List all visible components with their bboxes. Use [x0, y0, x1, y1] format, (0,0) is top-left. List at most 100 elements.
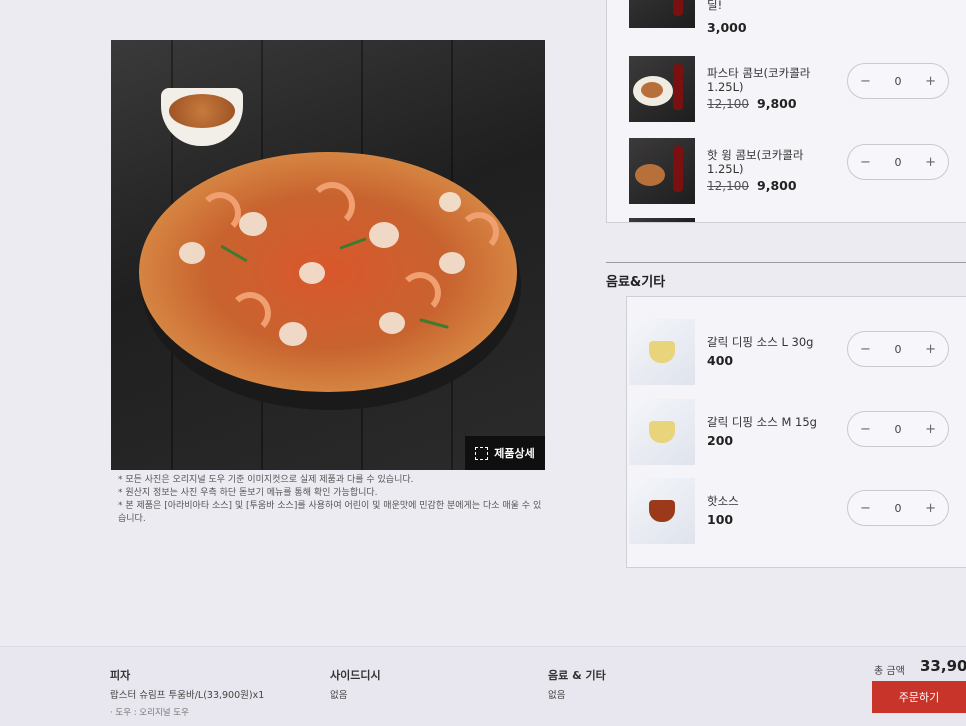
cheese-topping — [379, 312, 405, 334]
item-old-price: 12,100 — [707, 179, 749, 193]
item-name: 핫 윙 콤보(코카콜라 1.25L) — [707, 148, 804, 176]
quantity-value: 0 — [894, 342, 902, 356]
item-name: 핫소스 — [707, 494, 739, 508]
quantity-value: 0 — [894, 501, 902, 515]
list-item: 핫소스 100 − 0 + — [607, 478, 966, 558]
plus-button[interactable]: + — [925, 422, 936, 437]
item-price: 3,000 — [707, 20, 747, 35]
side-dish-list: 딜! 3,000 파스타 콤보(코카콜라 1.25L) 12,100 9,800 … — [606, 0, 966, 223]
pizza — [139, 152, 517, 392]
shrimp-topping — [229, 292, 271, 334]
product-note: * 원산지 정보는 사진 우측 하단 돋보기 메뉴를 통해 확인 가능합니다. — [118, 488, 378, 498]
cheese-topping — [369, 222, 399, 248]
product-note: * 모든 사진은 오리지널 도우 기준 이미지컷으로 실제 제품과 다를 수 있… — [118, 475, 414, 485]
order-summary-bar: 피자 랍스터 슈림프 투움바/L(33,900원)x1 · 도우 : 오리지널 … — [0, 646, 966, 726]
plus-button[interactable]: + — [925, 74, 936, 89]
quantity-value: 0 — [894, 422, 902, 436]
item-thumbnail — [629, 478, 695, 544]
item-price: 200 — [707, 433, 734, 448]
product-image: 제품상세 — [111, 40, 545, 470]
item-name: 딜! — [707, 0, 723, 12]
wings — [635, 164, 665, 186]
minus-button[interactable]: − — [860, 155, 871, 170]
quantity-stepper[interactable]: − 0 + — [847, 411, 949, 447]
plus-button[interactable]: + — [925, 501, 936, 516]
sauce-cup — [649, 421, 675, 443]
item-thumbnail — [629, 218, 695, 222]
shrimp-topping — [309, 182, 355, 228]
item-price: 100 — [707, 512, 734, 527]
order-button[interactable]: 주문하기 — [872, 681, 966, 713]
section-title: 음료&기타 — [606, 275, 666, 290]
item-thumbnail — [629, 0, 695, 28]
quantity-stepper[interactable]: − 0 + — [847, 63, 949, 99]
product-detail-button[interactable]: 제품상세 — [465, 436, 545, 470]
side-summary-label: 사이드디시 — [330, 669, 381, 682]
pizza-summary-value: 랍스터 슈림프 투움바/L(33,900원)x1 — [110, 690, 265, 701]
minus-button[interactable]: − — [860, 422, 871, 437]
minus-button[interactable]: − — [860, 342, 871, 357]
herb-topping — [419, 318, 449, 329]
options-panel: 딜! 3,000 파스타 콤보(코카콜라 1.25L) 12,100 9,800 … — [606, 0, 966, 640]
item-old-price: 12,100 — [707, 97, 749, 111]
list-item: 핫 윙 콤보(코카콜라 1.25L) 12,100 9,800 − 0 + — [607, 138, 966, 218]
item-price: 9,800 — [757, 96, 797, 111]
pizza-summary-label: 피자 — [110, 669, 131, 682]
pizza-summary-dough: · 도우 : 오리지널 도우 — [110, 708, 189, 718]
product-note: * 본 제품은 [아라비아타 소스] 및 [투움바 소스]를 사용하여 어린이 … — [118, 501, 542, 524]
cheese-topping — [179, 242, 205, 264]
sauce-cup — [649, 500, 675, 522]
pasta — [641, 82, 663, 98]
minus-button[interactable]: − — [860, 501, 871, 516]
quantity-stepper[interactable]: − 0 + — [847, 331, 949, 367]
cola-bottle — [673, 146, 683, 192]
drinks-list: 갈릭 디핑 소스 L 30g 400 − 0 + 갈릭 디핑 소스 M 15g … — [626, 296, 966, 568]
quantity-stepper[interactable]: − 0 + — [847, 144, 949, 180]
shrimp-topping — [399, 272, 441, 314]
shrimp-topping — [459, 212, 499, 252]
item-thumbnail — [629, 56, 695, 122]
herb-topping — [339, 237, 367, 250]
cheese-topping — [279, 322, 307, 346]
drink-summary-label: 음료 & 기타 — [548, 669, 606, 682]
drink-summary-value: 없음 — [548, 690, 566, 701]
list-item: 파스타 콤보(코카콜라 1.25L) 12,100 9,800 − 0 + — [607, 56, 966, 136]
quantity-stepper[interactable]: − 0 + — [847, 490, 949, 526]
item-name: 파스타 콤보(코카콜라 1.25L) — [707, 66, 811, 94]
item-price: 400 — [707, 353, 734, 368]
sauce-bowl — [161, 88, 243, 146]
total-value: 33,900 — [920, 657, 966, 675]
item-price-row: 12,100 9,800 — [707, 96, 797, 111]
side-summary-value: 없음 — [330, 690, 348, 701]
list-item: 딜! 3,000 — [607, 0, 966, 42]
item-name: 갈릭 디핑 소스 M 15g — [707, 415, 817, 429]
cola-bottle — [673, 0, 683, 16]
product-notes: * 모든 사진은 오리지널 도우 기준 이미지컷으로 실제 제품과 다를 수 있… — [118, 474, 548, 526]
item-thumbnail — [629, 399, 695, 465]
quantity-value: 0 — [894, 74, 902, 88]
plus-button[interactable]: + — [925, 342, 936, 357]
herb-topping — [220, 244, 248, 263]
item-price-row: 12,100 9,800 — [707, 178, 797, 193]
sauce — [169, 94, 235, 128]
section-divider — [606, 262, 966, 263]
minus-button[interactable]: − — [860, 74, 871, 89]
plus-button[interactable]: + — [925, 155, 936, 170]
shrimp-topping — [199, 192, 241, 234]
cola-bottle — [673, 64, 683, 110]
cheese-topping — [239, 212, 267, 236]
quantity-value: 0 — [894, 155, 902, 169]
product-detail-label: 제품상세 — [494, 447, 535, 460]
zoom-frame-icon — [475, 446, 489, 460]
list-item: 갈릭 디핑 소스 L 30g 400 − 0 + — [607, 319, 966, 399]
cheese-topping — [439, 192, 461, 212]
item-thumbnail — [629, 138, 695, 204]
cheese-topping — [439, 252, 465, 274]
item-thumbnail — [629, 319, 695, 385]
cheese-topping — [299, 262, 325, 284]
item-price: 9,800 — [757, 178, 797, 193]
list-item: 갈릭 디핑 소스 M 15g 200 − 0 + — [607, 399, 966, 479]
item-name: 갈릭 디핑 소스 L 30g — [707, 335, 814, 349]
total-label: 총 금액 — [874, 666, 905, 677]
sauce-cup — [649, 341, 675, 363]
